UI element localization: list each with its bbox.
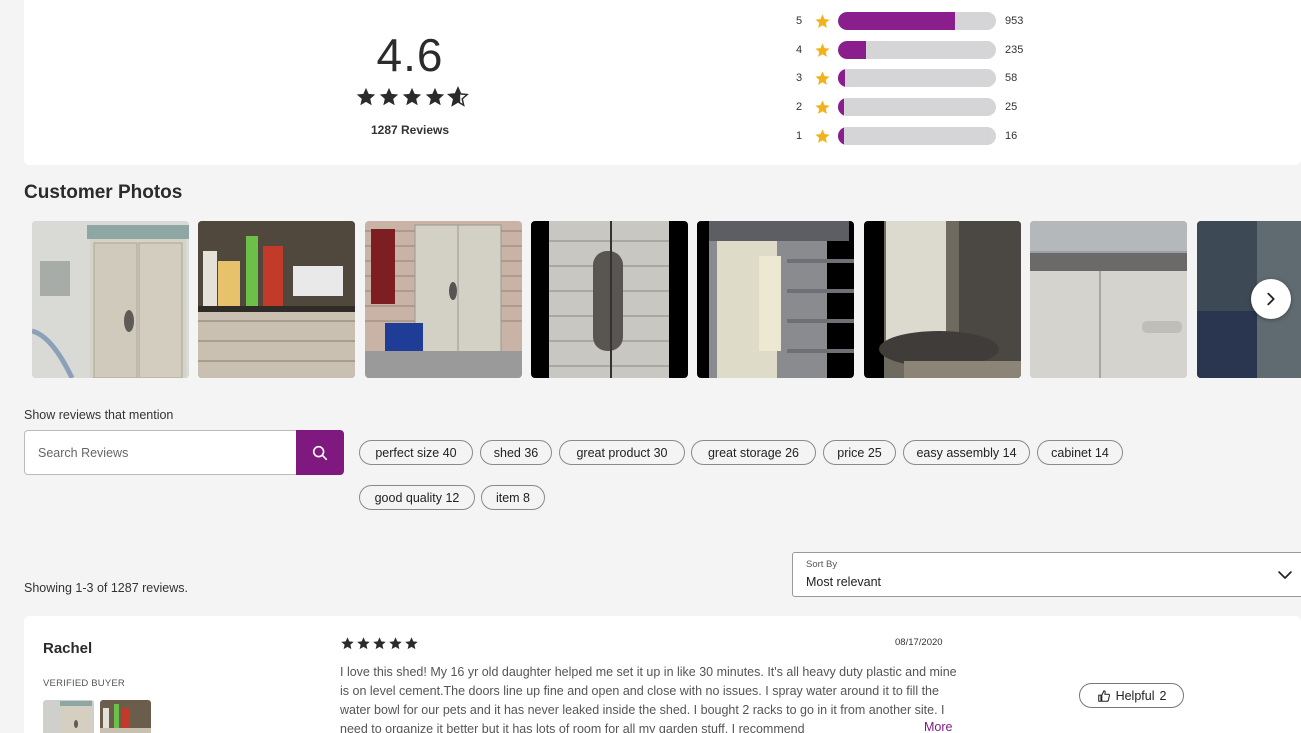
- review-photo-thumbnail-1[interactable]: [43, 700, 94, 733]
- mention-chip[interactable]: item 8: [481, 485, 545, 510]
- rating-row-bar: [838, 41, 996, 59]
- review-text-fade: [840, 720, 920, 733]
- rating-row-5[interactable]: 5 953: [796, 12, 1023, 30]
- helpful-count: 2: [1159, 688, 1167, 703]
- rating-row-star: [814, 12, 834, 30]
- review-count: 1287 Reviews: [370, 123, 450, 137]
- star-half-icon: [447, 86, 469, 107]
- rating-row-star: [814, 41, 834, 59]
- rating-row-bar-fill: [838, 12, 955, 30]
- star-filled-icon: [405, 637, 418, 650]
- rating-row-count: 953: [1005, 15, 1024, 27]
- star-filled-icon: [356, 87, 376, 106]
- thumbs-up-icon: [1097, 689, 1110, 702]
- rating-row-count: 25: [1005, 101, 1018, 113]
- rating-row-count: 235: [1005, 44, 1024, 56]
- rating-row-bar: [838, 12, 996, 30]
- rating-row-bar-fill: [838, 127, 845, 145]
- rating-summary-card: [24, 0, 1301, 165]
- helpful-label: Helpful: [1115, 688, 1155, 703]
- star-filled-icon: [341, 637, 354, 650]
- mention-chip[interactable]: good quality 12: [359, 485, 475, 510]
- star-icon: [815, 128, 830, 143]
- customer-photo-6[interactable]: [864, 221, 1021, 378]
- average-rating: 4.6: [376, 29, 444, 81]
- star-filled-icon: [379, 87, 399, 106]
- search-button[interactable]: [296, 430, 344, 475]
- rating-row-label: 4: [796, 44, 803, 56]
- customer-photos-title: Customer Photos: [24, 182, 183, 203]
- customer-photo-7[interactable]: [1030, 221, 1187, 378]
- verified-buyer-badge: VERIFIED BUYER: [43, 678, 125, 689]
- rating-row-3[interactable]: 3 58: [796, 69, 1017, 87]
- star-icon: [815, 42, 830, 57]
- mention-chip[interactable]: easy assembly 14: [903, 440, 1030, 465]
- rating-row-label: 5: [796, 15, 803, 27]
- star-filled-icon: [425, 87, 445, 106]
- mention-chip[interactable]: shed 36: [480, 440, 552, 465]
- rating-row-count: 58: [1005, 72, 1018, 84]
- showing-count: Showing 1-3 of 1287 reviews.: [24, 581, 188, 595]
- sort-label: Sort By: [806, 559, 838, 570]
- rating-row-bar: [838, 127, 996, 145]
- customer-photo-5[interactable]: [697, 221, 854, 378]
- customer-photo-3[interactable]: [365, 221, 522, 378]
- star-filled-icon: [373, 637, 386, 650]
- rating-row-2[interactable]: 2 25: [796, 98, 1017, 116]
- mention-chip[interactable]: great storage 26: [691, 440, 816, 465]
- chevron-right-icon: [1267, 292, 1275, 306]
- rating-row-bar-fill: [838, 98, 845, 116]
- rating-row-label: 1: [796, 130, 803, 142]
- rating-row-label: 2: [796, 101, 803, 113]
- customer-photo-4[interactable]: [531, 221, 688, 378]
- more-link[interactable]: More: [922, 720, 953, 733]
- star-filled-icon: [357, 637, 370, 650]
- star-icon: [815, 70, 830, 85]
- helpful-button[interactable]: Helpful 2: [1079, 683, 1184, 708]
- mentions-label: Show reviews that mention: [24, 408, 174, 422]
- mention-chip[interactable]: great product 30: [559, 440, 685, 465]
- review-photo-thumbnail-2[interactable]: [100, 700, 151, 733]
- mention-chip[interactable]: price 25: [823, 440, 896, 465]
- reviewer-name: Rachel: [43, 640, 93, 657]
- rating-row-bar: [838, 98, 996, 116]
- rating-row-1[interactable]: 1 16: [796, 127, 1017, 145]
- search-icon: [312, 445, 328, 460]
- photos-next-button[interactable]: [1251, 279, 1291, 319]
- rating-row-bar-fill: [838, 41, 867, 59]
- star-icon: [815, 13, 830, 28]
- review-rating-stars: [340, 636, 419, 651]
- search-reviews-field: [24, 430, 297, 475]
- chevron-down-icon: [1278, 571, 1292, 579]
- mention-chip[interactable]: perfect size 40: [359, 440, 473, 465]
- rating-row-bar-fill: [838, 69, 846, 87]
- star-icon: [815, 99, 830, 114]
- review-date: 08/17/2020: [895, 637, 943, 648]
- average-rating-stars: [355, 86, 469, 108]
- search-reviews-input[interactable]: [25, 431, 297, 474]
- sort-select[interactable]: Sort By Most relevant: [792, 552, 1301, 597]
- customer-photo-1[interactable]: [32, 221, 189, 378]
- mention-chip[interactable]: cabinet 14: [1037, 440, 1123, 465]
- rating-row-label: 3: [796, 72, 803, 84]
- star-filled-icon: [402, 87, 422, 106]
- rating-row-star: [814, 127, 834, 145]
- customer-photo-2[interactable]: [198, 221, 355, 378]
- star-filled-icon: [389, 637, 402, 650]
- sort-value: Most relevant: [806, 575, 882, 589]
- rating-row-4[interactable]: 4 235: [796, 41, 1023, 59]
- rating-row-star: [814, 69, 834, 87]
- rating-row-bar: [838, 69, 996, 87]
- rating-row-count: 16: [1005, 130, 1018, 142]
- rating-row-star: [814, 98, 834, 116]
